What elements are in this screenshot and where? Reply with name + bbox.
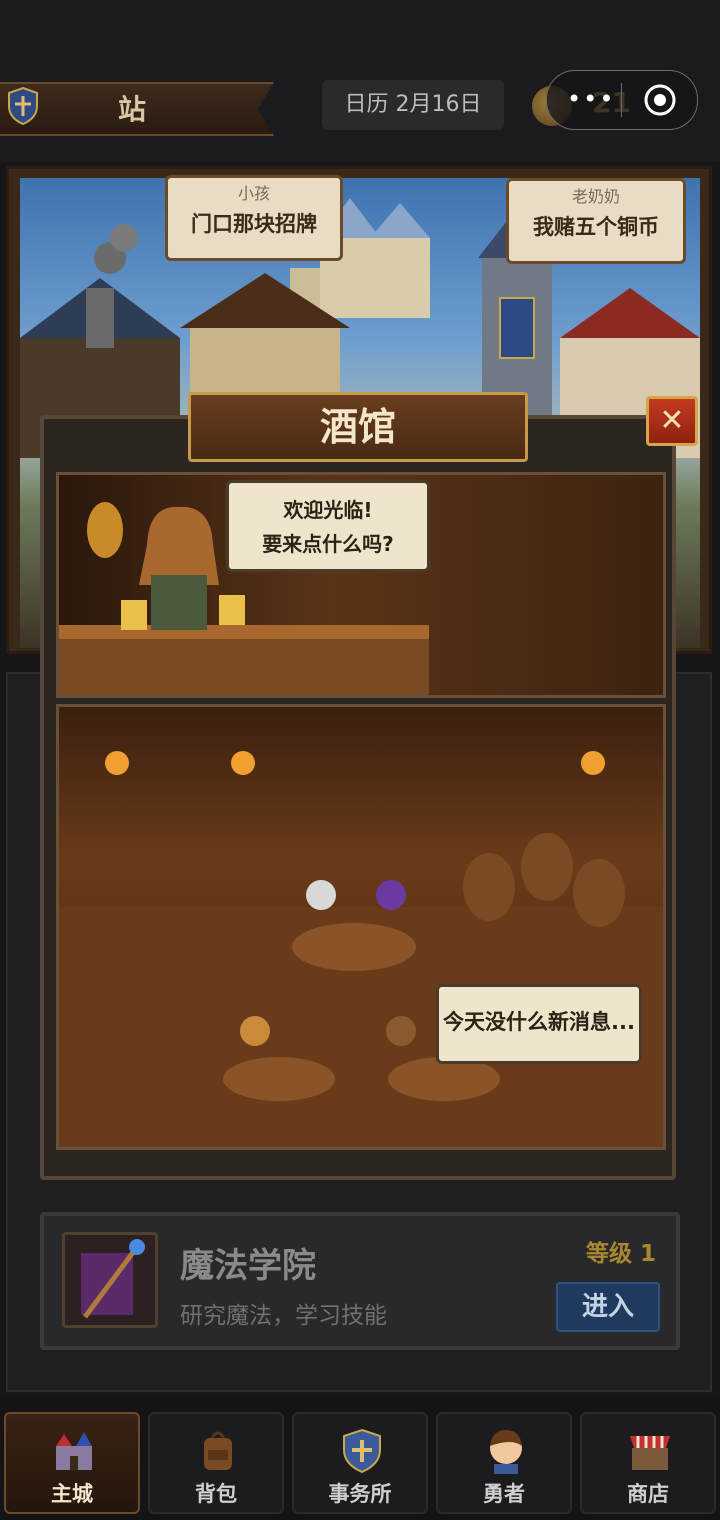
- academy-name: 魔法学院: [180, 1246, 316, 1286]
- academy-icon: [62, 1232, 158, 1328]
- grandma-line: 我赌五个铜币: [533, 215, 659, 239]
- nav-label-agency: 事务所: [328, 1482, 392, 1506]
- capsule-divider: [621, 83, 622, 117]
- barmaid-line-1: 欢迎光临!: [283, 498, 373, 522]
- enter-academy-button[interactable]: 进入: [556, 1282, 660, 1332]
- nav-label-main-city: 主城: [51, 1482, 93, 1506]
- patron-line: 今天没什么新消息...: [443, 1010, 635, 1034]
- close-miniprogram-icon[interactable]: [643, 83, 677, 117]
- calendar-date[interactable]: 日历 2月16日: [322, 80, 504, 130]
- castle-icon: [56, 1432, 92, 1470]
- spellbook-icon: [81, 1239, 145, 1319]
- nav-label-hero: 勇者: [483, 1482, 525, 1506]
- nav-item-hero[interactable]: 勇者: [436, 1412, 572, 1514]
- miniprogram-capsule: •••: [546, 70, 698, 130]
- tavern-title: 酒馆: [319, 405, 396, 449]
- tavern-hall-scene: [56, 704, 666, 1150]
- grandma-speech-bubble: 老奶奶 我赌五个铜币: [506, 178, 686, 264]
- nav-item-shop[interactable]: 商店: [580, 1412, 716, 1514]
- nav-item-main-city[interactable]: 主城: [4, 1412, 140, 1514]
- nav-label-backpack: 背包: [195, 1482, 237, 1506]
- nav-label-shop: 商店: [627, 1482, 669, 1506]
- child-speech-bubble: 小孩 门口那块招牌: [165, 175, 343, 261]
- shield-icon: [343, 1428, 381, 1474]
- nav-item-agency[interactable]: 事务所: [292, 1412, 428, 1514]
- speaker-child: 小孩: [237, 184, 270, 203]
- status-bar: [0, 0, 720, 52]
- academy-description: 研究魔法，学习技能: [180, 1303, 387, 1329]
- patron-speech-bubble: 今天没什么新消息...: [436, 984, 642, 1064]
- shield-icon: [8, 86, 38, 126]
- backpack-icon: [204, 1431, 232, 1470]
- child-line: 门口那块招牌: [191, 212, 317, 236]
- academy-level: 等级 1: [586, 1241, 657, 1267]
- nav-item-backpack[interactable]: 背包: [148, 1412, 284, 1514]
- tavern-hall-illustration: [59, 751, 663, 1147]
- location-label: 站: [118, 93, 147, 126]
- hero-icon: [490, 1430, 522, 1474]
- shop-icon: [630, 1436, 670, 1470]
- speaker-grandma: 老奶奶: [571, 187, 620, 206]
- barmaid-speech-bubble: 欢迎光临! 要来点什么吗?: [226, 480, 430, 572]
- close-button[interactable]: ✕: [646, 396, 698, 446]
- close-icon: ✕: [659, 403, 685, 438]
- barmaid-line-2: 要来点什么吗?: [262, 532, 394, 556]
- more-options-icon[interactable]: •••: [567, 85, 615, 113]
